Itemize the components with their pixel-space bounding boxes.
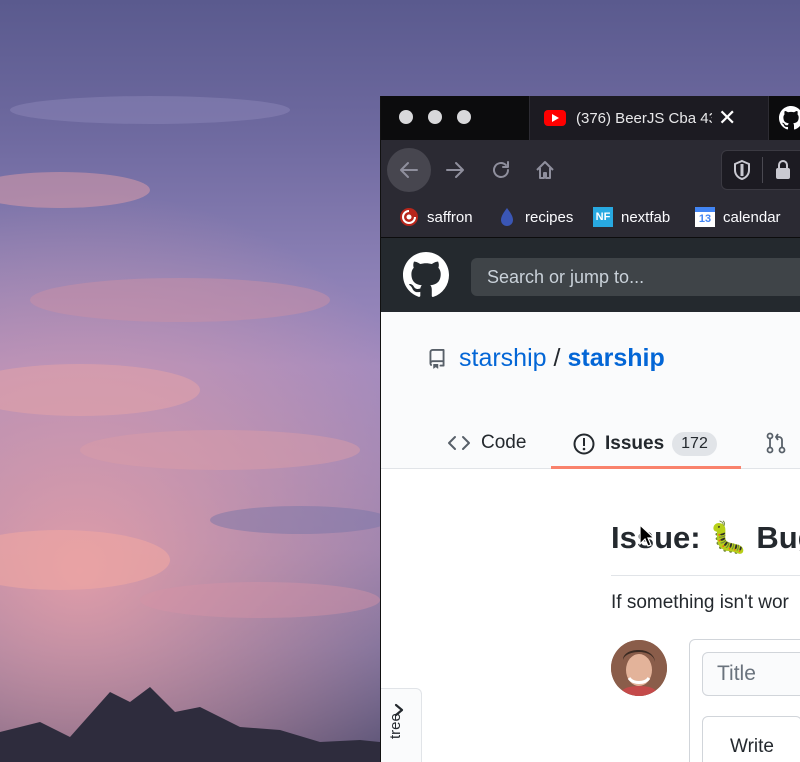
bookmark-saffron[interactable]: saffron [399, 206, 473, 228]
shield-icon[interactable] [732, 159, 752, 181]
search-input[interactable]: Search or jump to... [471, 258, 800, 296]
bookmark-recipes[interactable]: recipes [497, 206, 573, 228]
browser-tab[interactable]: (376) BeerJS Cba 43 ✕ [529, 96, 769, 140]
saffron-icon [400, 208, 418, 226]
avatar-image [611, 640, 667, 696]
url-divider [762, 157, 763, 183]
search-placeholder: Search or jump to... [487, 266, 645, 287]
reload-icon [493, 161, 509, 178]
nextfab-icon: NF [593, 207, 613, 227]
repo-icon [429, 348, 445, 369]
issue-template-description: If something isn't wor [611, 592, 789, 613]
window-minimize-button[interactable] [428, 110, 442, 124]
issue-opened-icon [573, 433, 595, 455]
tab-code-label: Code [481, 432, 527, 453]
github-logo-icon[interactable] [403, 252, 449, 298]
write-tab[interactable]: Write [702, 716, 800, 762]
lock-icon[interactable] [774, 160, 792, 180]
repo-nav: Code Issues 172 [381, 422, 800, 469]
bookmark-label: calendar [723, 208, 781, 226]
navigation-toolbar [381, 140, 800, 197]
issues-counter: 172 [672, 432, 717, 456]
window-close-button[interactable] [399, 110, 413, 124]
issue-template-page: Issue: 🐛 Bug If something isn't wor Titl… [381, 467, 800, 762]
tab-code[interactable]: Code [447, 432, 526, 454]
heading-divider [611, 575, 800, 576]
github-tab-icon[interactable] [779, 106, 800, 130]
file-tree-toggle[interactable]: tree [381, 688, 422, 762]
url-bar[interactable] [721, 150, 800, 190]
back-button[interactable] [387, 148, 431, 192]
tab-title: (376) BeerJS Cba 43 [576, 109, 712, 127]
arrow-right-icon [446, 162, 464, 178]
repo-owner-link[interactable]: starship [459, 344, 547, 373]
browser-window: (376) BeerJS Cba 43 ✕ saffron recipes NF… [380, 96, 800, 762]
title-input[interactable]: Title [702, 652, 800, 696]
calendar-icon: 13 [695, 207, 715, 227]
title-placeholder: Title [717, 662, 756, 685]
bookmark-label: nextfab [621, 208, 671, 226]
code-icon [448, 436, 470, 450]
avatar[interactable] [611, 640, 667, 696]
home-button[interactable] [523, 148, 567, 192]
tab-issues[interactable]: Issues 172 [573, 432, 717, 456]
bookmark-calendar[interactable]: 13 calendar [695, 206, 781, 228]
recipes-icon [501, 208, 513, 226]
mouse-cursor-icon [639, 524, 655, 547]
tab-pull-requests[interactable] [765, 432, 787, 454]
new-issue-form: Title Write [689, 639, 800, 762]
forward-button[interactable] [433, 148, 477, 192]
pull-request-icon [766, 432, 786, 454]
bookmarks-toolbar: saffron recipes NF nextfab 13 calendar [381, 197, 800, 238]
reload-button[interactable] [479, 148, 523, 192]
repository-header: starship / starship Code Issues 172 [381, 312, 800, 469]
file-tree-label: tree [387, 713, 404, 739]
repo-title: starship / starship [427, 344, 665, 373]
bookmark-nextfab[interactable]: NF nextfab [593, 206, 670, 228]
repo-separator: / [553, 344, 561, 372]
youtube-icon [544, 110, 566, 126]
window-zoom-button[interactable] [457, 110, 471, 124]
tab-bar: (376) BeerJS Cba 43 ✕ [381, 96, 800, 140]
github-header: Search or jump to... [381, 238, 800, 312]
tab-issues-label: Issues [605, 433, 665, 454]
repo-name-link[interactable]: starship [568, 344, 665, 373]
tab-close-button[interactable]: ✕ [718, 107, 736, 129]
home-icon [536, 161, 554, 179]
bookmark-label: saffron [427, 208, 473, 226]
arrow-left-icon [400, 162, 418, 178]
bookmark-label: recipes [525, 208, 574, 226]
mountains-silhouette [0, 687, 400, 762]
